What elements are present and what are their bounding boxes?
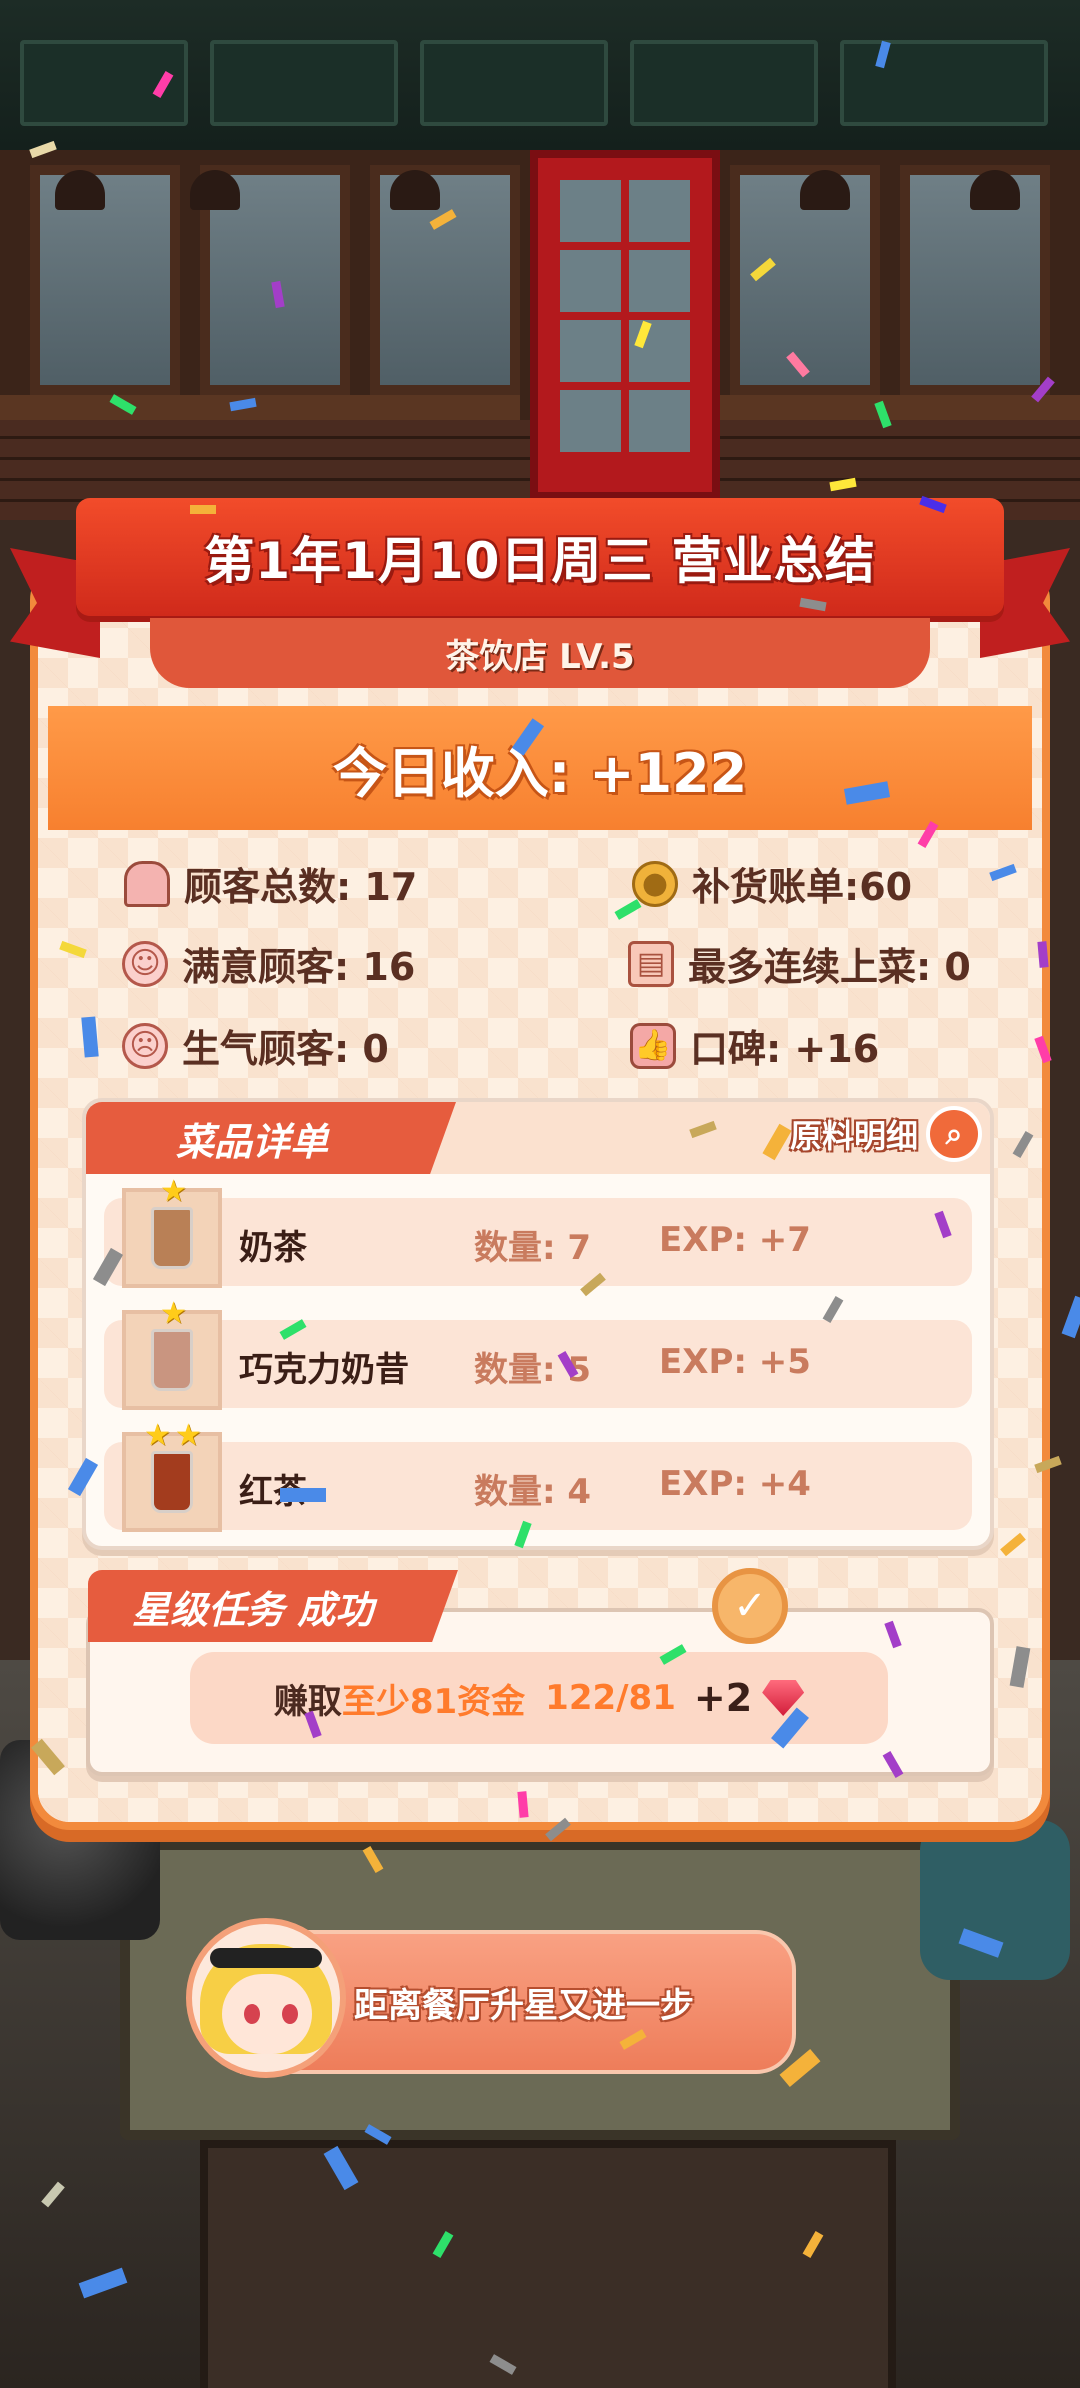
dish-list-tab: 菜品详单 [86,1102,456,1174]
avatar-headband [210,1948,322,1968]
stat-angry: ☹ 生气顾客: 0 [122,1018,389,1073]
stat-total-customers: 顾客总数: 17 [124,856,417,911]
maid-avatar [186,1918,346,2078]
star-icon: ★ [144,1418,171,1453]
dish-row: ★ ★ 红茶 数量: 4 EXP: +4 [104,1418,972,1532]
avatar-eye [282,2004,298,2024]
lower-shelf [200,2140,896,2388]
stat-reputation: 👍 口碑: +16 [630,1018,879,1073]
ceiling-panel [210,40,398,126]
angry-icon: ☹ [122,1022,168,1069]
star-task-tab: 星级任务 成功 [88,1570,458,1642]
dish-quantity: 数量: 7 [474,1228,592,1268]
stat-restock-bill: ● 补货账单:60 [632,856,912,911]
dish-row: ★ 奶茶 数量: 7 EXP: +7 [104,1174,972,1288]
task-progress: 122/81 [545,1678,676,1718]
stat-restock-bill-text: 补货账单:60 [692,865,913,909]
star-icon: ★ [160,1296,187,1331]
confetti [190,505,216,514]
ingredient-detail-label: 原料明细 [789,1117,918,1155]
red-door [530,150,720,500]
shop-level-label: 茶饮店 LV.5 [445,636,635,677]
dish-stars: ★ [160,1174,187,1209]
star-icon: ★ [174,1418,202,1453]
income-text: 今日收入: +122 [332,741,748,805]
dish-list-title: 菜品详单 [176,1119,329,1164]
check-icon: ✓ [712,1568,788,1644]
star-icon: ★ [160,1174,187,1209]
smile-icon: ☺ [122,940,168,987]
star-task-title: 星级任务 成功 [132,1587,374,1632]
stat-angry-text: 生气顾客: 0 [182,1027,389,1071]
shop-level-bar: 茶饮店 LV.5 [150,618,930,688]
upgrade-banner-text: 距离餐厅升星又进一步 [354,1985,694,2026]
title-ribbon: 第1年1月10日周三 营业总结 [76,498,1004,616]
person-icon [124,860,170,907]
window [30,165,180,395]
task-condition: 至少81资金 [341,1681,526,1722]
ceiling-panel [420,40,608,126]
dish-name: 奶茶 [239,1228,307,1268]
thumbs-up-icon: 👍 [630,1022,676,1069]
stat-satisfied-text: 满意顾客: 16 [182,945,416,989]
confetti [280,1488,326,1502]
dish-name: 巧克力奶昔 [239,1350,409,1390]
coin-icon: ● [632,860,678,907]
tray-icon: ▤ [628,940,674,987]
dish-stars: ★ [160,1296,187,1331]
wall-shelf [0,395,520,420]
dish-exp: EXP: +5 [659,1342,811,1382]
ceiling-panel [840,40,1048,126]
avatar-face [222,1974,312,2054]
stat-total-customers-text: 顾客总数: 17 [184,865,418,909]
search-icon: ⌕ [926,1106,982,1162]
ceiling-panel [630,40,818,126]
stat-max-combo: ▤ 最多连续上菜: 0 [628,936,971,991]
stat-reputation-text: 口碑: +16 [690,1027,880,1071]
task-reward: +2 [693,1676,753,1720]
wall-shelf [720,395,1080,420]
dish-quantity: 数量: 4 [474,1472,592,1512]
avatar-eye [244,2004,260,2024]
stat-max-combo-text: 最多连续上菜: 0 [688,945,971,989]
dish-row: ★ 巧克力奶昔 数量: 5 EXP: +5 [104,1296,972,1410]
ingredient-detail-button[interactable]: 原料明细 ⌕ [790,1106,982,1162]
dish-exp: EXP: +4 [659,1464,811,1504]
dish-stars: ★ ★ [144,1418,202,1453]
dish-list: 菜品详单 原料明细 ⌕ ★ 奶茶 数量: 7 EXP: +7 ★ 巧克力奶昔 数… [82,1098,994,1550]
dish-exp: EXP: +7 [659,1220,811,1260]
summary-title: 第1年1月10日周三 营业总结 [204,532,876,590]
stat-satisfied: ☺ 满意顾客: 16 [122,936,415,991]
